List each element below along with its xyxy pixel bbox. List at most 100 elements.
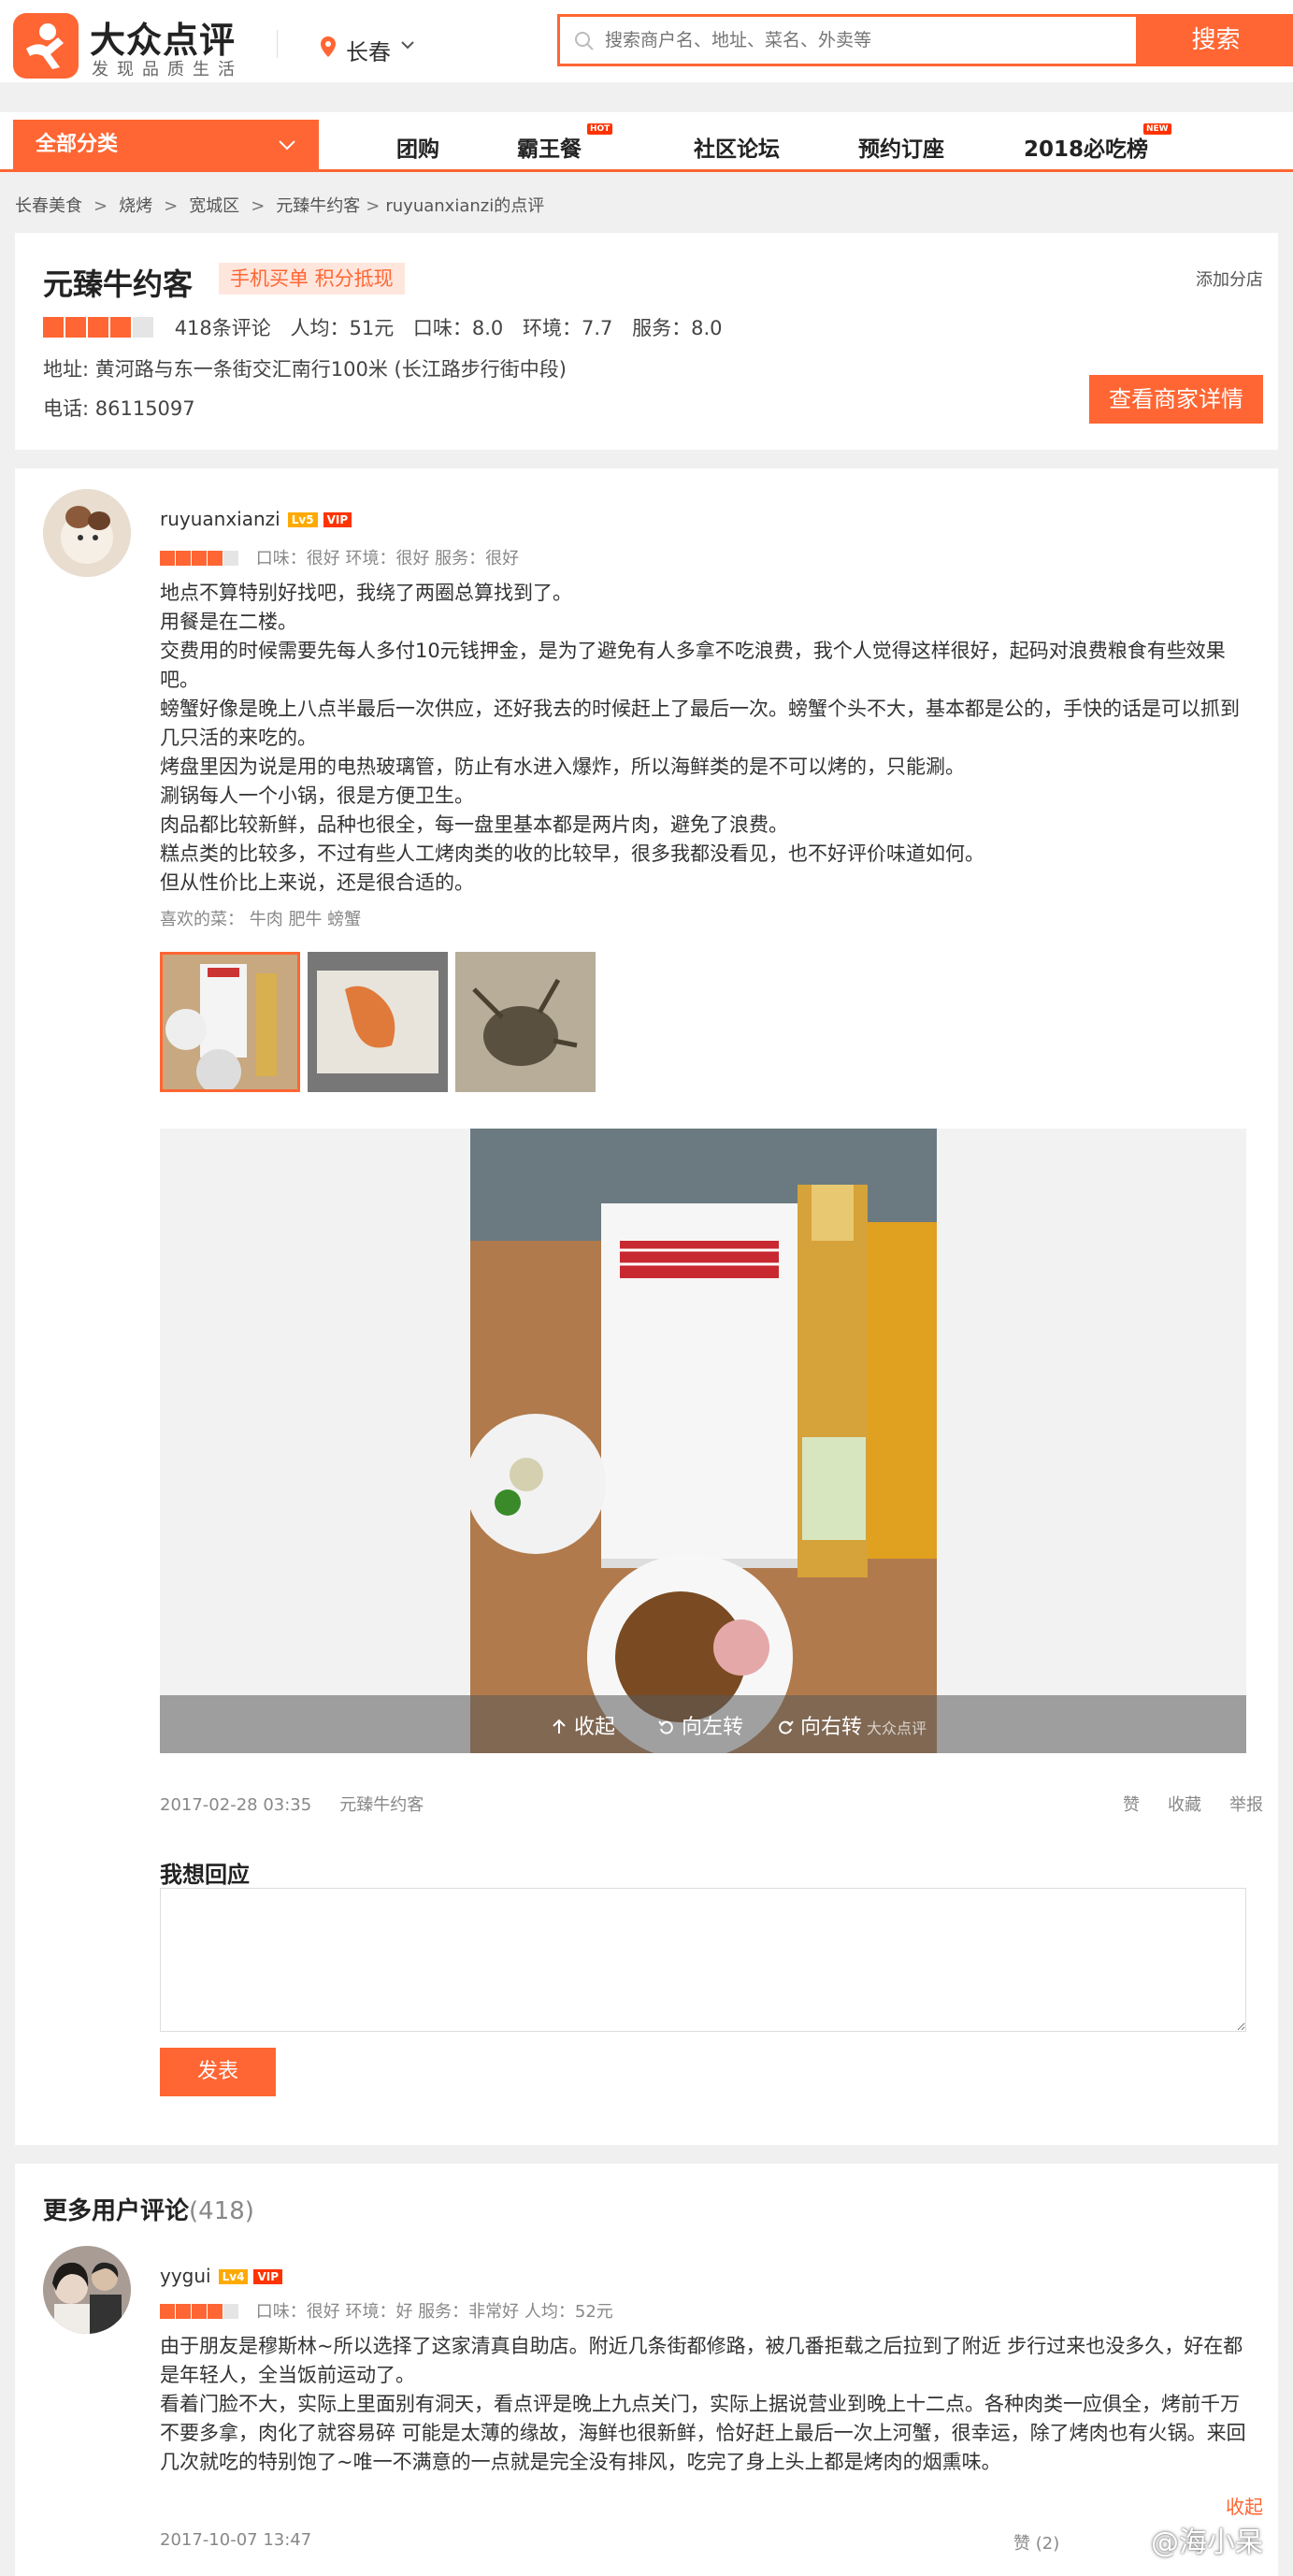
user-avatar[interactable] xyxy=(43,2246,131,2334)
reply-textarea[interactable] xyxy=(160,1888,1246,2032)
star-icon xyxy=(176,2304,191,2319)
avatar-image xyxy=(43,2246,131,2334)
star-icon xyxy=(208,551,223,566)
reviewer-name[interactable]: yygui Lv4 VIP xyxy=(160,2265,282,2287)
star-icon xyxy=(192,551,207,566)
nav-label: 预约订座 xyxy=(858,137,944,162)
nav-label: 霸王餐 xyxy=(517,137,582,162)
collapse-photo-button[interactable]: 收起 xyxy=(551,1710,615,1740)
hot-badge: HOT xyxy=(587,123,613,135)
photo-viewer-toolbar: 收起 向左转 向右转 大众点评 xyxy=(160,1695,1246,1753)
more-reviews-title: 更多用户评论(418) xyxy=(43,2192,254,2226)
rotate-right-icon xyxy=(779,1720,794,1734)
star-empty-icon xyxy=(223,551,238,566)
review-paragraph: 糕点类的比较多，不过有些人工烤肉类的收的比较早，很多我都没看见，也不好评价味道如… xyxy=(160,842,984,865)
breadcrumb-item[interactable]: 元臻牛约客 xyxy=(276,196,360,216)
vip-badge: VIP xyxy=(323,512,352,527)
avatar-image xyxy=(43,489,131,577)
rotate-left-icon xyxy=(658,1720,673,1734)
review-paragraph: 肉品都比较新鲜，品种也很全，每一盘里基本都是两片肉，避免了浪费。 xyxy=(160,813,788,836)
thumbnail-image xyxy=(163,955,297,1089)
environment-score: 环境：7.7 xyxy=(522,317,613,339)
vip-badge: VIP xyxy=(253,2269,282,2284)
shop-address: 地址: 黄河路与东一条街交汇南行100米 (长江路步行街中段) xyxy=(43,358,567,381)
photo-large-image xyxy=(470,1129,937,1753)
reviewer-rating: 口味：很好 环境：好 服务：非常好 人均：52元 xyxy=(160,2298,613,2323)
rotate-left-button[interactable]: 向左转 xyxy=(658,1710,743,1740)
breadcrumb-item[interactable]: 烧烤 xyxy=(119,196,152,216)
rotate-right-button[interactable]: 向右转 xyxy=(777,1710,862,1740)
nav-bawangcan[interactable]: 霸王餐 HOT xyxy=(517,123,613,163)
review-count: 418条评论 xyxy=(174,317,271,339)
collapse-label: 收起 xyxy=(574,1716,616,1739)
level-badge: Lv5 xyxy=(287,512,318,527)
rating-details: 口味：很好 环境：好 服务：非常好 人均：52元 xyxy=(255,2302,613,2322)
review-paragraph: 交费用的时候需要先每人多付10元钱押金，是为了避免有人多拿不吃浪费，我个人觉得这… xyxy=(160,640,1226,691)
search-icon xyxy=(575,32,594,50)
like-button[interactable]: 赞 xyxy=(1123,1795,1140,1815)
nav-reservation[interactable]: 预约订座 xyxy=(858,131,944,163)
chevron-down-icon xyxy=(279,140,295,151)
like-button[interactable]: 赞 (2) xyxy=(1013,2530,1059,2554)
star-icon xyxy=(192,2304,207,2319)
star-icon xyxy=(65,316,86,338)
breadcrumb-item[interactable]: 长春美食 xyxy=(15,196,82,216)
main-nav: 全部分类 团购 霸王餐 HOT 社区论坛 预约订座 2018必吃榜 NEW xyxy=(0,112,1293,172)
shop-star-rating xyxy=(43,316,155,342)
shop-info-card: 元臻牛约客 手机买单 积分抵现 添加分店 418条评论 人均：51元 口味：8.… xyxy=(15,233,1278,450)
photo-thumbnail-selected[interactable] xyxy=(160,952,300,1092)
reviewer-username: yygui xyxy=(160,2265,211,2287)
review-text: 由于朋友是穆斯林~所以选择了这家清真自助店。附近几条街都修路，被几番拒载之后拉到… xyxy=(160,2332,1254,2477)
reviewer-name[interactable]: ruyuanxianzi Lv5 VIP xyxy=(160,508,352,530)
rotate-right-label: 向右转 xyxy=(800,1716,863,1739)
logo-icon[interactable] xyxy=(13,13,79,79)
review-paragraph: 看着门脸不大，实际上里面别有洞天，看点评是晚上九点关门，实际上据说营业到晚上十二… xyxy=(160,2393,1246,2473)
chevron-down-icon[interactable] xyxy=(400,39,415,50)
add-branch-link[interactable]: 添加分店 xyxy=(1196,266,1263,291)
shop-detail-button[interactable]: 查看商家详情 xyxy=(1089,375,1263,424)
collapse-review-link[interactable]: 收起 xyxy=(1226,2492,1263,2519)
nav-label: 社区论坛 xyxy=(694,137,780,162)
service-score: 服务：8.0 xyxy=(632,317,723,339)
search-button[interactable]: 搜索 xyxy=(1139,14,1293,66)
logo-title[interactable]: 大众点评 xyxy=(90,11,236,63)
more-reviews-heading: 更多用户评论 xyxy=(43,2197,190,2225)
more-reviews-count: (418) xyxy=(189,2197,254,2225)
star-icon xyxy=(110,316,131,338)
person-logo-icon xyxy=(26,23,64,69)
avg-price: 人均：51元 xyxy=(290,317,395,339)
review-paragraph: 但从性价比上来说，还是很合适的。 xyxy=(160,871,474,894)
breadcrumb-item[interactable]: 宽城区 xyxy=(189,196,239,216)
nav-forum[interactable]: 社区论坛 xyxy=(694,131,780,163)
nav-label: 2018必吃榜 xyxy=(1024,137,1149,162)
star-icon xyxy=(160,551,175,566)
liked-dishes: 喜欢的菜： 牛肉 肥牛 螃蟹 xyxy=(160,910,362,929)
photo-watermark: 大众点评 xyxy=(867,1720,927,1737)
all-categories-button[interactable]: 全部分类 xyxy=(13,120,319,170)
user-avatar[interactable] xyxy=(43,489,131,577)
review-text: 地点不算特别好找吧，我绕了两圈总算找到了。 用餐是在二楼。 交费用的时候需要先每… xyxy=(160,579,1254,898)
photo-viewer: 收起 向左转 向右转 大众点评 xyxy=(160,1129,1246,1753)
publish-button[interactable]: 发表 xyxy=(160,2048,276,2096)
city-selector[interactable]: 长春 xyxy=(346,34,391,66)
nav-tuangou[interactable]: 团购 xyxy=(396,131,439,163)
nav-must-eat[interactable]: 2018必吃榜 NEW xyxy=(1024,123,1171,163)
location-pin-icon xyxy=(321,36,336,57)
photo-large[interactable] xyxy=(470,1129,937,1753)
thumbnail-image xyxy=(455,952,596,1092)
shop-tag: 手机买单 积分抵现 xyxy=(219,263,405,295)
breadcrumb: 长春美食 > 烧烤 > 宽城区 > 元臻牛约客 > ruyuanxianzi的点评 xyxy=(15,196,545,216)
shop-phone: 电话: 86115097 xyxy=(43,397,195,420)
favorite-button[interactable]: 收藏 xyxy=(1168,1795,1201,1815)
shop-name[interactable]: 元臻牛约客 xyxy=(43,261,193,304)
photo-thumbnail[interactable] xyxy=(455,952,596,1092)
rotate-left-label: 向左转 xyxy=(682,1716,744,1739)
search-input[interactable] xyxy=(605,26,1119,54)
more-reviews-card: 更多用户评论(418) yygui Lv4 VIP 口味：很好 环境：好 服务：非常… xyxy=(15,2164,1278,2576)
review-shop-link[interactable]: 元臻牛约客 xyxy=(339,1795,424,1815)
review-paragraph: 烤盘里因为说是用的电热玻璃管，防止有水进入爆炸，所以海鲜类的是不可以烤的，只能涮… xyxy=(160,756,965,778)
photo-thumbnail[interactable] xyxy=(308,952,448,1092)
report-button[interactable]: 举报 xyxy=(1229,1795,1263,1815)
review-datetime: 2017-02-28 03:35 xyxy=(160,1795,312,1815)
review-paragraph: 涮锅每人一个小锅，很是方便卫生。 xyxy=(160,784,474,807)
